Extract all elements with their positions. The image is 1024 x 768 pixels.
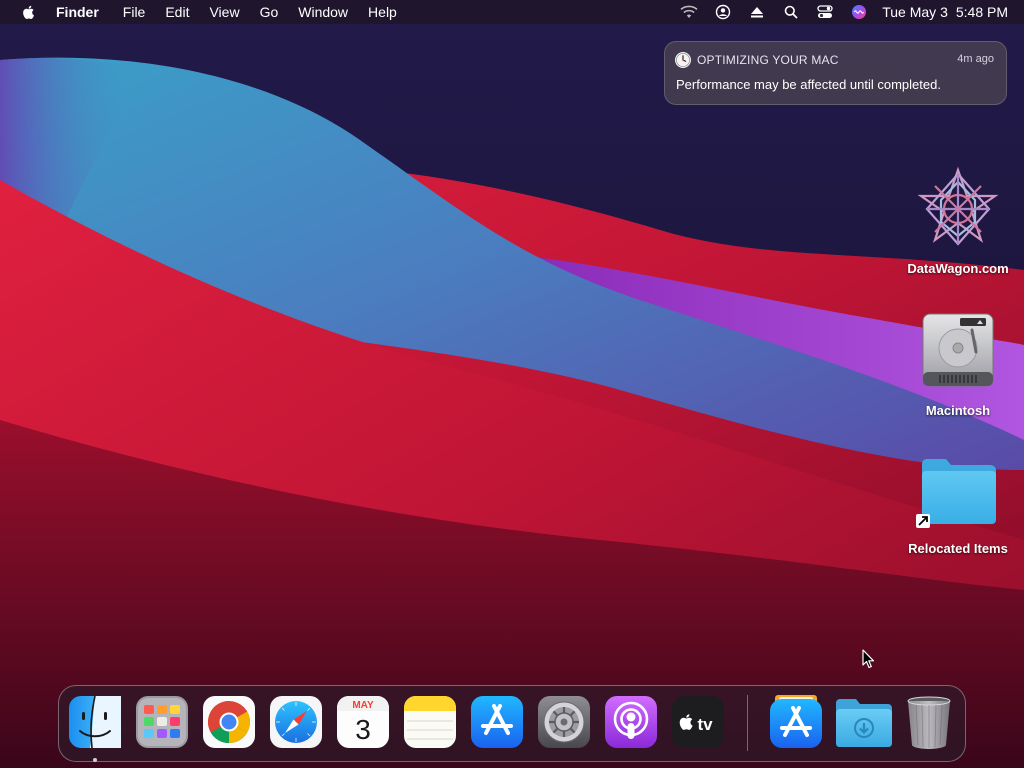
- notification-title: OPTIMIZING YOUR MAC: [697, 53, 839, 67]
- desktop-icon-macintosh-hd[interactable]: Macintosh: [898, 310, 1018, 422]
- chrome-icon: [203, 696, 255, 748]
- notification-time: 4m ago: [957, 53, 994, 65]
- notes-icon: [404, 696, 456, 748]
- apple-menu-icon[interactable]: [20, 3, 38, 21]
- dock-item-app-store-installer[interactable]: [769, 695, 823, 749]
- menu-view[interactable]: View: [209, 4, 239, 20]
- menu-edit[interactable]: Edit: [165, 4, 189, 20]
- folder-alias-icon: [916, 459, 996, 528]
- launchpad-icon: [136, 696, 188, 748]
- eject-icon[interactable]: [748, 3, 766, 21]
- dock-item-safari[interactable]: [269, 695, 323, 749]
- dock-item-chrome[interactable]: [202, 695, 256, 749]
- siri-icon[interactable]: [850, 3, 868, 21]
- system-preferences-icon: [538, 696, 590, 748]
- calendar-icon: MAY 3: [337, 696, 389, 748]
- menu-go[interactable]: Go: [260, 4, 279, 20]
- menu-file[interactable]: File: [123, 4, 146, 20]
- dock-item-app-store[interactable]: [470, 695, 524, 749]
- app-store-installer-icon: [770, 695, 822, 748]
- dock-item-finder[interactable]: [68, 695, 122, 762]
- notification-body: Performance may be affected until comple…: [676, 77, 941, 92]
- safari-icon: [270, 696, 322, 748]
- menu-app-name[interactable]: Finder: [56, 4, 99, 20]
- dock-item-notes[interactable]: [403, 695, 457, 749]
- desktop-icon-label: Relocated Items: [908, 541, 1008, 556]
- wifi-icon[interactable]: [680, 3, 698, 21]
- menu-bar: Finder File Edit View Go Window Help Tue…: [0, 0, 1024, 24]
- menu-window[interactable]: Window: [298, 4, 348, 20]
- desktop-icon-label: DataWagon.com: [907, 261, 1009, 276]
- calendar-day: 3: [355, 714, 371, 745]
- control-center-icon[interactable]: [816, 3, 834, 21]
- dock-item-calendar[interactable]: MAY 3: [336, 695, 390, 749]
- running-indicator: [93, 758, 97, 762]
- clock-icon: [675, 52, 691, 68]
- menu-clock[interactable]: 5:48 PM: [956, 4, 1008, 20]
- podcasts-icon: [605, 696, 657, 748]
- user-icon[interactable]: [714, 3, 732, 21]
- dock-item-downloads[interactable]: [834, 695, 894, 749]
- search-icon[interactable]: [782, 3, 800, 21]
- apple-tv-label: tv: [697, 715, 713, 734]
- app-store-icon: [471, 696, 523, 748]
- desktop-icon-label: Macintosh: [925, 403, 991, 418]
- datawagon-icon: [917, 166, 999, 246]
- downloads-folder-icon: [836, 699, 892, 747]
- dock-separator: [747, 695, 748, 751]
- notification-banner[interactable]: OPTIMIZING YOUR MAC 4m ago Performance m…: [664, 41, 1007, 105]
- apple-tv-icon: tv: [672, 696, 724, 748]
- mouse-cursor-icon: [862, 649, 875, 669]
- calendar-month: MAY: [352, 700, 374, 711]
- dock-item-podcasts[interactable]: [604, 695, 658, 749]
- dock-item-apple-tv[interactable]: tv: [671, 695, 725, 749]
- menu-help[interactable]: Help: [368, 4, 397, 20]
- dock-item-launchpad[interactable]: [135, 695, 189, 749]
- menu-date[interactable]: Tue May 3: [882, 4, 948, 20]
- desktop-icon-datawagon[interactable]: DataWagon.com: [898, 166, 1018, 278]
- dock: MAY 3 tv: [58, 685, 966, 762]
- trash-icon: [907, 696, 951, 749]
- dock-item-system-preferences[interactable]: [537, 695, 591, 749]
- dock-item-trash[interactable]: [902, 695, 956, 749]
- desktop-icon-relocated-items[interactable]: Relocated Items: [898, 454, 1018, 560]
- menu-extras: Tue May 3 5:48 PM: [664, 0, 1008, 24]
- finder-icon: [69, 695, 121, 749]
- hard-drive-icon: [922, 313, 994, 387]
